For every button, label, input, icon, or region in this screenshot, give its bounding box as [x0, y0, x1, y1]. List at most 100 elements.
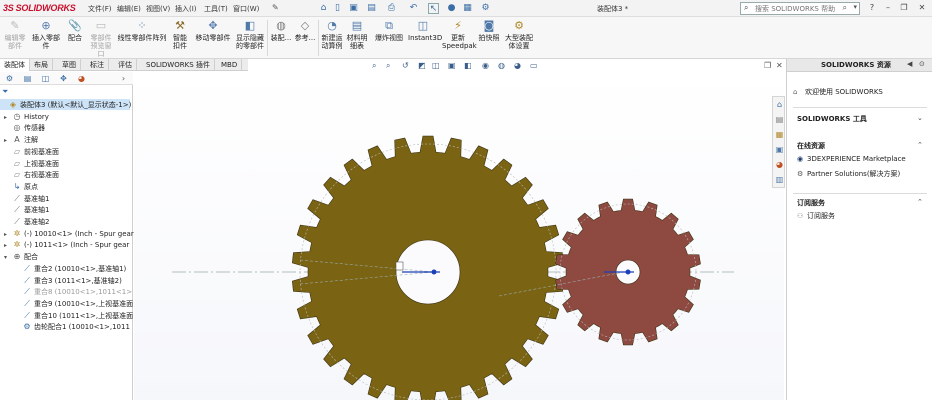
insert-components-button[interactable]: ⊕ 插入零部件 [30, 19, 62, 50]
new-document-icon[interactable]: ▯ [332, 3, 343, 14]
exploded-view-button[interactable]: ⧉ 爆炸视图 [372, 19, 406, 42]
tree-item[interactable]: ⟋ 基准轴1 [4, 193, 49, 204]
tree-item[interactable]: ⟋ 重合3 (1011<1>,基准轴2) [14, 275, 122, 286]
edit-appearance-icon[interactable]: ◍ [498, 61, 505, 70]
display-style-icon[interactable]: ◧ [464, 61, 472, 70]
rebuild-icon[interactable]: ● [446, 3, 457, 14]
subscription-header[interactable]: 订阅服务 [797, 198, 825, 208]
home-icon[interactable]: ⌂ [774, 99, 785, 111]
display-manager-tab-icon[interactable]: ◕ [74, 73, 89, 84]
pin-icon[interactable]: ⊙ [919, 60, 925, 68]
tree-item[interactable]: ⚙ 齿轮配合1 (10010<1>,1011 [14, 321, 130, 332]
tab-layout[interactable]: 布局 [30, 59, 53, 71]
tree-item[interactable]: ▸ ◷ History [4, 111, 49, 122]
tree-item[interactable]: ⟋ 重合9 (10010<1>,上视基准面 [14, 298, 133, 309]
take-snapshot-button[interactable]: ◙ 拍快照 [476, 19, 502, 42]
menu-tools[interactable]: 工具(T) [204, 4, 228, 14]
dimxpert-tab-icon[interactable]: ✥ [56, 73, 71, 84]
large-spur-gear[interactable] [291, 135, 565, 400]
configurationmanager-tab-icon[interactable]: ◫ [38, 73, 53, 84]
tree-item[interactable]: ▸ ✲ (-) 1011<1> (Inch - Spur gear [4, 239, 129, 250]
chevron-down-icon[interactable]: ⌄ [917, 114, 923, 122]
tree-scrollbar[interactable] [121, 72, 132, 400]
chevron-up-icon[interactable]: ⌃ [917, 141, 923, 149]
assembly-features-button[interactable]: ◍ 装配... [270, 19, 292, 42]
edit-component-button[interactable]: ✎ 编辑零部件 [2, 19, 28, 50]
search-go-icon[interactable]: ⌕ [843, 3, 847, 13]
smart-fasteners-button[interactable]: ⚒ 智能扣件 [170, 19, 190, 50]
hide-show-icon[interactable]: ◉ [482, 61, 489, 70]
tab-sketch[interactable]: 草图 [58, 59, 81, 71]
tab-assembly[interactable]: 装配体 [0, 59, 30, 71]
collapse-icon[interactable]: ▾ [4, 252, 12, 263]
gear-viewport[interactable] [134, 72, 784, 400]
dynamic-annotation-icon[interactable]: ◫ [432, 61, 440, 70]
tree-item[interactable]: ⟋ 重合8 (10010<1>,1011<1> [14, 286, 132, 297]
link-partner-solutions[interactable]: Partner Solutions(解决方案) [807, 169, 900, 179]
minimize-button[interactable]: – [882, 2, 894, 14]
back-icon[interactable]: ◀ [907, 60, 912, 68]
tree-item[interactable]: ▱ 前视基准面 [4, 146, 59, 157]
tree-item[interactable]: ▾ ⊕ 配合 [4, 251, 38, 262]
close-view-icon[interactable]: ✕ [776, 61, 783, 70]
view-settings-icon[interactable]: ▭ [530, 61, 538, 70]
new-motion-study-button[interactable]: ◔ 新建运动算例 [320, 19, 344, 50]
tree-item[interactable]: ⟋ 基准轴1 [4, 204, 49, 215]
help-search-input[interactable] [755, 4, 837, 14]
menu-view[interactable]: 视图(V) [146, 4, 170, 14]
menu-window[interactable]: 窗口(W) [233, 4, 259, 14]
apply-scene-icon[interactable]: ◕ [514, 61, 521, 70]
options-icon[interactable]: ⚙ [480, 3, 491, 14]
tree-item[interactable]: ▱ 上视基准面 [4, 158, 59, 169]
expand-icon[interactable]: ▸ [4, 229, 12, 240]
move-component-button[interactable]: ✥ 移动零部件 [194, 19, 232, 42]
save-icon[interactable]: ▤ [366, 3, 377, 14]
zoom-area-icon[interactable]: ⌕ [386, 61, 390, 71]
expand-icon[interactable]: ▸ [4, 112, 12, 123]
reference-geometry-button[interactable]: ◇ 参考... [294, 19, 316, 42]
tools-header[interactable]: SOLIDWORKS 工具 [797, 114, 867, 124]
instant3d-button[interactable]: ◫ Instant3D [408, 19, 442, 42]
view-orientation-icon[interactable]: ▣ [448, 61, 456, 70]
menu-edit[interactable]: 编辑(E) [117, 4, 141, 14]
print-icon[interactable]: ⎙ [386, 3, 397, 14]
show-hidden-components-button[interactable]: ◧ 显示隐藏的零部件 [234, 19, 266, 50]
select-icon[interactable]: ↖ [428, 3, 439, 14]
close-button[interactable]: ✕ [916, 2, 928, 14]
file-explorer-icon[interactable]: ▦ [774, 129, 785, 141]
tree-item[interactable]: ▸ ✲ (-) 10010<1> (Inch - Spur gear [4, 228, 134, 239]
appearances-icon[interactable]: ◕ [774, 159, 785, 171]
help-search[interactable]: ⌕ ⌕ ▾ [740, 2, 860, 15]
tree-item[interactable]: ↳ 原点 [4, 181, 38, 192]
previous-view-icon[interactable]: ↺ [402, 61, 409, 70]
large-assembly-settings-button[interactable]: ⚙ 大型装配体设置 [504, 19, 534, 50]
tree-item[interactable]: ▱ 右视基准面 [4, 169, 59, 180]
expand-icon[interactable]: ▸ [4, 135, 12, 146]
online-resources-header[interactable]: 在线资源 [797, 141, 825, 151]
chevron-up-icon[interactable]: ⌃ [917, 198, 923, 206]
chevron-down-icon[interactable]: ▾ [853, 3, 857, 11]
tab-evaluate[interactable]: 评估 [114, 59, 137, 71]
tab-markup[interactable]: 标注 [86, 59, 109, 71]
pin-icon[interactable]: ✎ [272, 3, 279, 12]
file-properties-icon[interactable]: ▦ [462, 3, 473, 14]
custom-properties-icon[interactable]: ▥ [774, 174, 785, 186]
help-button[interactable]: ? [866, 2, 878, 14]
tree-item[interactable]: ◎ 传感器 [4, 122, 46, 133]
linear-pattern-button[interactable]: ⁘ 线性零部件阵列 [116, 19, 168, 42]
link-3dexperience-marketplace[interactable]: 3DEXPERIENCE Marketplace [807, 154, 906, 164]
propertymanager-tab-icon[interactable]: ▤ [20, 73, 35, 84]
component-preview-button[interactable]: ▭ 零部件预览窗口 [88, 19, 114, 58]
tab-addins[interactable]: SOLIDWORKS 插件 [142, 59, 215, 71]
tree-item[interactable]: ⟋ 重合10 (1011<1>,上视基准面 [14, 310, 133, 321]
mate-button[interactable]: 📎 配合 [64, 19, 86, 42]
bill-of-materials-button[interactable]: ▤ 材料明细表 [346, 19, 368, 50]
tree-root-assembly[interactable]: ◈ 装配体3 (默认<默认_显示状态-1>) [0, 99, 131, 110]
menu-insert[interactable]: 插入(I) [175, 4, 197, 14]
update-speedpak-button[interactable]: ⚡ 更新Speedpak [442, 19, 477, 50]
restore-button[interactable]: ❐ [898, 2, 910, 14]
undo-icon[interactable]: ↶ [408, 3, 419, 14]
home-icon[interactable]: ⌂ [318, 3, 329, 14]
filter-icon[interactable]: ⏷ [2, 87, 8, 97]
restore-view-icon[interactable]: ❐ [764, 61, 771, 70]
